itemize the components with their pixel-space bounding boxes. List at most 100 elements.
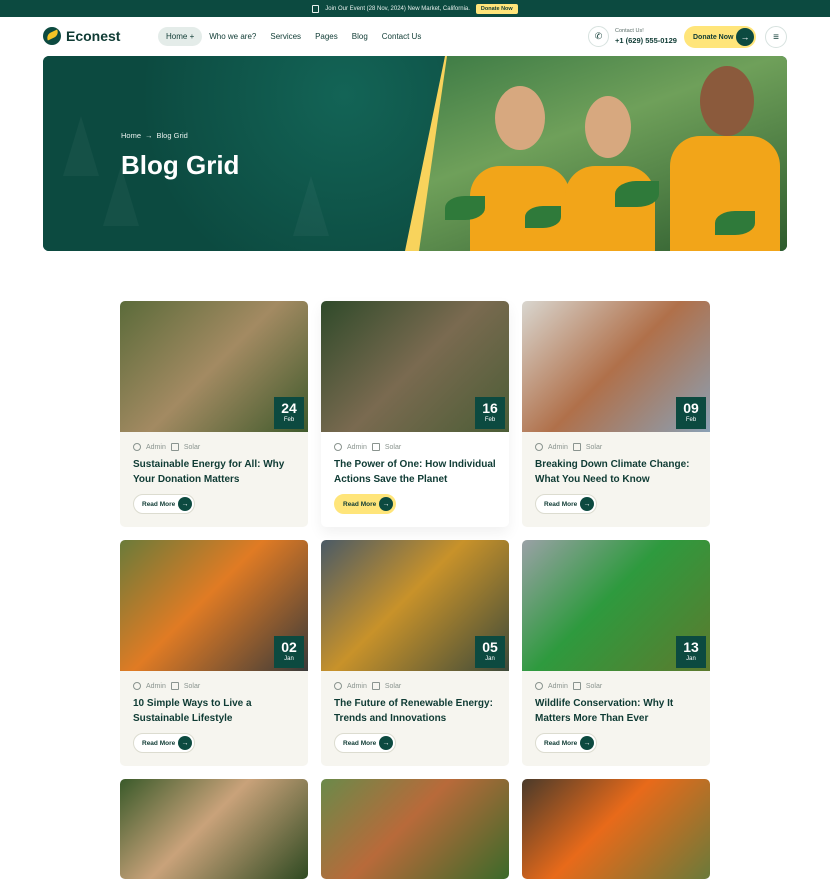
phone-icon: ✆ (588, 26, 609, 47)
contact-block[interactable]: ✆ Contact Us! +1 (629) 555-0129 (588, 26, 677, 47)
date-month: Feb (685, 417, 697, 423)
read-more-label: Read More (343, 500, 377, 508)
main-header: Econest Home + Who we are? Services Page… (0, 17, 830, 56)
date-month: Jan (686, 656, 696, 662)
page-title: Blog Grid (121, 150, 240, 180)
post-meta: Admin Solar (535, 682, 602, 690)
donate-button[interactable]: Donate Now → (684, 26, 756, 48)
read-more-button[interactable]: Read More → (334, 494, 396, 514)
arrow-right-icon: → (580, 497, 594, 511)
date-month: Jan (485, 656, 495, 662)
breadcrumb-home[interactable]: Home (121, 131, 141, 140)
contact-phone[interactable]: +1 (629) 555-0129 (615, 36, 677, 45)
menu-icon[interactable]: ≡ (765, 26, 787, 48)
post-meta: Admin Solar (133, 682, 200, 690)
post-author[interactable]: Admin (548, 683, 568, 690)
post-meta: Admin Solar (334, 682, 401, 690)
post-meta: Admin Solar (535, 443, 602, 451)
nav-home[interactable]: Home + (158, 27, 203, 46)
blog-card: 13 Jan Admin Solar Wildlife Conservation… (522, 540, 710, 766)
date-day: 05 (482, 639, 498, 655)
post-title[interactable]: 10 Simple Ways to Live a Sustainable Lif… (133, 696, 298, 726)
date-day: 13 (683, 639, 699, 655)
post-author[interactable]: Admin (347, 444, 367, 451)
post-title[interactable]: Breaking Down Climate Change: What You N… (535, 457, 700, 487)
post-author[interactable]: Admin (548, 444, 568, 451)
date-day: 09 (683, 400, 699, 416)
date-month: Feb (283, 417, 295, 423)
arrow-right-icon: → (736, 28, 754, 46)
read-more-label: Read More (544, 500, 578, 508)
leaf-logo-icon (43, 27, 61, 45)
breadcrumb-current: Blog Grid (156, 131, 188, 140)
nav-blog[interactable]: Blog (345, 27, 375, 46)
date-day: 16 (482, 400, 498, 416)
date-month: Feb (484, 417, 496, 423)
brand-name: Econest (66, 28, 121, 44)
nav-contact-us[interactable]: Contact Us (375, 27, 429, 46)
post-title[interactable]: Wildlife Conservation: Why It Matters Mo… (535, 696, 700, 726)
arrow-right-icon: → (178, 497, 192, 511)
post-category[interactable]: Solar (385, 444, 401, 451)
date-badge: 16 Feb (475, 397, 505, 429)
hero-background (43, 56, 473, 251)
post-category[interactable]: Solar (586, 444, 602, 451)
topbar-donate-button[interactable]: Donate Now (475, 3, 518, 14)
read-more-label: Read More (142, 739, 176, 747)
post-author[interactable]: Admin (146, 683, 166, 690)
post-title[interactable]: The Future of Renewable Energy: Trends a… (334, 696, 499, 726)
blog-card (321, 779, 509, 879)
post-author[interactable]: Admin (146, 444, 166, 451)
blog-card: 02 Jan Admin Solar 10 Simple Ways to Liv… (120, 540, 308, 766)
user-icon (334, 682, 342, 690)
user-icon (133, 682, 141, 690)
breadcrumb: Home → Blog Grid (121, 131, 188, 140)
date-badge: 09 Feb (676, 397, 706, 429)
post-title[interactable]: Sustainable Energy for All: Why Your Don… (133, 457, 298, 487)
post-author[interactable]: Admin (347, 683, 367, 690)
read-more-label: Read More (343, 739, 377, 747)
date-badge: 24 Feb (274, 397, 304, 429)
announcement-text: Join Our Event (28 Nov, 2024) New Market… (325, 5, 470, 12)
post-category[interactable]: Solar (586, 683, 602, 690)
post-category[interactable]: Solar (184, 444, 200, 451)
post-category[interactable]: Solar (385, 683, 401, 690)
blog-card (522, 779, 710, 879)
tree-decoration (293, 176, 329, 236)
post-title[interactable]: The Power of One: How Individual Actions… (334, 457, 499, 487)
breadcrumb-arrow-icon: → (145, 131, 153, 140)
blog-card: 24 Feb Admin Solar Sustainable Energy fo… (120, 301, 308, 527)
bookmark-icon (572, 443, 581, 451)
blog-card (120, 779, 308, 879)
read-more-button[interactable]: Read More → (535, 494, 597, 514)
logo[interactable]: Econest (43, 27, 120, 45)
arrow-right-icon: → (580, 736, 594, 750)
arrow-right-icon: → (379, 736, 393, 750)
bookmark-icon (371, 443, 380, 451)
donate-label: Donate Now (693, 33, 734, 41)
nav-services[interactable]: Services (263, 27, 308, 46)
post-image[interactable] (120, 779, 308, 879)
read-more-button[interactable]: Read More → (133, 494, 195, 514)
arrow-right-icon: → (178, 736, 192, 750)
post-image[interactable] (321, 779, 509, 879)
blog-card: 09 Feb Admin Solar Breaking Down Climate… (522, 301, 710, 527)
bookmark-icon (371, 682, 380, 690)
date-month: Jan (284, 656, 294, 662)
nav-who-we-are[interactable]: Who we are? (202, 27, 263, 46)
document-icon (312, 4, 320, 13)
post-category[interactable]: Solar (184, 683, 200, 690)
arrow-right-icon: → (379, 497, 393, 511)
read-more-button[interactable]: Read More → (133, 733, 195, 753)
nav-pages[interactable]: Pages (308, 27, 345, 46)
read-more-button[interactable]: Read More → (535, 733, 597, 753)
announcement-bar: Join Our Event (28 Nov, 2024) New Market… (0, 0, 830, 17)
date-badge: 05 Jan (475, 636, 505, 668)
user-icon (535, 443, 543, 451)
post-meta: Admin Solar (133, 443, 200, 451)
read-more-button[interactable]: Read More → (334, 733, 396, 753)
blog-card: 05 Jan Admin Solar The Future of Renewab… (321, 540, 509, 766)
main-menu: Home + Who we are? Services Pages Blog C… (158, 27, 428, 46)
post-image[interactable] (522, 779, 710, 879)
blog-card: 16 Feb Admin Solar The Power of One: How… (321, 301, 509, 527)
